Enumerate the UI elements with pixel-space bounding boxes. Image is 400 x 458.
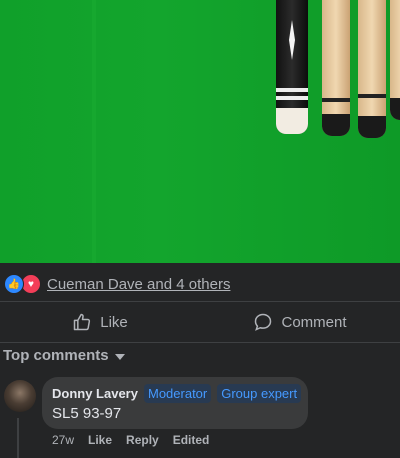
comment-edited-label: Edited xyxy=(172,433,210,447)
reactions-summary[interactable]: 👍 ♥ Cueman Dave and 4 others xyxy=(4,274,230,294)
cue-wood xyxy=(390,0,400,120)
like-icon: 👍 xyxy=(4,274,24,294)
cue-butt-cap xyxy=(322,114,350,136)
comment-bubble-icon xyxy=(255,313,272,331)
divider xyxy=(0,342,400,343)
post-actions: Like Comment xyxy=(0,302,400,342)
cue-black xyxy=(276,0,308,134)
avatar[interactable] xyxy=(4,380,36,412)
comment-header: Donny Lavery Moderator Group expert xyxy=(52,384,302,403)
comments-filter-dropdown[interactable]: Top comments xyxy=(3,347,125,364)
thumbs-up-icon xyxy=(73,313,91,331)
post-photo[interactable] xyxy=(0,0,400,263)
cue-butt-cap xyxy=(276,108,308,134)
comments-filter-label: Top comments xyxy=(3,347,109,364)
cue-butt-cap xyxy=(390,98,400,120)
cue-wood xyxy=(358,0,386,138)
comment-button[interactable]: Comment xyxy=(200,302,400,342)
love-icon: ♥ xyxy=(21,274,41,294)
comment-text: SL5 93-97 xyxy=(52,405,122,422)
cue-ring xyxy=(276,96,308,100)
comment-like-button[interactable]: Like xyxy=(88,433,112,447)
like-button-label: Like xyxy=(100,313,128,331)
comment-button-label: Comment xyxy=(281,313,347,331)
reactions-text[interactable]: Cueman Dave and 4 others xyxy=(47,276,230,293)
cue-inlay xyxy=(289,20,295,60)
like-button[interactable]: Like xyxy=(0,302,200,342)
cue-ring xyxy=(358,94,386,98)
chevron-down-icon xyxy=(114,353,125,360)
felt-seam xyxy=(92,0,96,263)
thread-line xyxy=(17,418,19,458)
cue-wood xyxy=(322,0,350,136)
comment-bubble: Donny Lavery Moderator Group expert SL5 … xyxy=(42,377,308,429)
comment-meta: 27w Like Reply Edited xyxy=(52,433,209,447)
group-expert-badge[interactable]: Group expert xyxy=(217,384,302,403)
comment-author[interactable]: Donny Lavery xyxy=(52,386,138,401)
cue-butt-cap xyxy=(358,116,386,138)
cue-ring xyxy=(322,98,350,102)
comment-timestamp[interactable]: 27w xyxy=(52,433,74,447)
cue-ring xyxy=(276,88,308,92)
moderator-badge[interactable]: Moderator xyxy=(143,384,212,403)
comment-reply-button[interactable]: Reply xyxy=(126,433,159,447)
